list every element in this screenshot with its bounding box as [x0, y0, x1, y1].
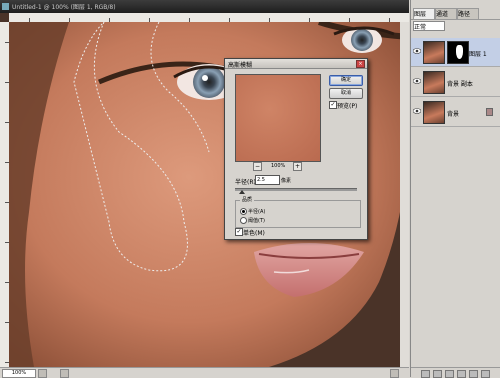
- eye-icon[interactable]: [413, 48, 421, 54]
- blend-mode-select[interactable]: 正常: [413, 21, 445, 31]
- vertical-scrollbar[interactable]: [400, 22, 409, 367]
- layer-name: 背景 副本: [447, 81, 473, 88]
- dialog-title-bar[interactable]: 高斯模糊 ×: [225, 59, 367, 69]
- filter-preview[interactable]: [235, 74, 321, 162]
- tab-channels[interactable]: 通道: [435, 8, 457, 20]
- close-icon[interactable]: ×: [356, 60, 365, 68]
- preview-zoom-level: 100%: [271, 163, 286, 169]
- layer-row-2[interactable]: 背景 副本: [411, 68, 500, 97]
- layer-row-1[interactable]: 图层 1: [411, 38, 500, 67]
- layer-thumbnail: [423, 71, 445, 94]
- layer-thumbnail: [423, 41, 445, 64]
- layers-panel: 图层 通道 路径 正常 图层 1 背景 副本 背景: [410, 0, 500, 378]
- quality-group: 品质 半径(A) 阈值(T): [235, 196, 361, 228]
- panel-bottom-bar: [411, 367, 500, 378]
- ok-button[interactable]: 确定: [329, 75, 363, 86]
- zoom-out-button[interactable]: −: [253, 162, 262, 171]
- lock-icon: [486, 108, 493, 116]
- layer-options-row: 正常: [411, 20, 500, 31]
- document-title-bar[interactable]: Untitled-1 @ 100% (图层 1, RGB/8): [0, 0, 409, 13]
- tab-layers[interactable]: 图层: [413, 8, 435, 20]
- document-title: Untitled-1 @ 100% (图层 1, RGB/8): [12, 4, 116, 11]
- layer-mask-thumbnail[interactable]: [447, 41, 469, 64]
- cancel-button[interactable]: 取消: [329, 88, 363, 99]
- eye-icon[interactable]: [413, 108, 421, 114]
- preview-checkbox[interactable]: ✓: [329, 101, 337, 109]
- monochrome-label: 单色(M): [243, 230, 265, 237]
- layer-name: 背景: [447, 111, 460, 118]
- radius-unit: 像素: [281, 178, 292, 184]
- radio-option-2[interactable]: [240, 217, 247, 224]
- eye-icon[interactable]: [413, 78, 421, 84]
- radius-slider-thumb[interactable]: [239, 190, 245, 194]
- gaussian-blur-dialog: 高斯模糊 × − 100% + 确定 取消 ✓ 预览(P) 半径(R): 2.5…: [224, 58, 368, 240]
- radius-input[interactable]: 2.5: [255, 175, 280, 185]
- group-title: 品质: [240, 196, 255, 203]
- preview-label: 预览(P): [337, 103, 358, 110]
- tab-paths[interactable]: 路径: [457, 8, 479, 20]
- zoom-in-button[interactable]: +: [293, 162, 302, 171]
- dialog-title: 高斯模糊: [228, 62, 253, 69]
- status-bar: 100%: [0, 367, 409, 378]
- radio-option-1-label: 半径(A): [248, 209, 266, 215]
- layer-row-3[interactable]: 背景: [411, 98, 500, 127]
- radius-slider-track[interactable]: [235, 188, 357, 191]
- radio-option-2-label: 阈值(T): [248, 218, 265, 224]
- preview-zoom-row: − 100% +: [235, 162, 319, 171]
- monochrome-checkbox[interactable]: ✓: [235, 228, 243, 236]
- layers-list: 图层 1 背景 副本 背景: [411, 38, 500, 128]
- radio-option-1[interactable]: [240, 208, 247, 215]
- photoshop-doc-icon: [2, 3, 9, 10]
- layer-thumbnail: [423, 101, 445, 124]
- layer-name: 图层 1: [469, 51, 487, 58]
- panel-tab-bar: 图层 通道 路径: [411, 8, 500, 20]
